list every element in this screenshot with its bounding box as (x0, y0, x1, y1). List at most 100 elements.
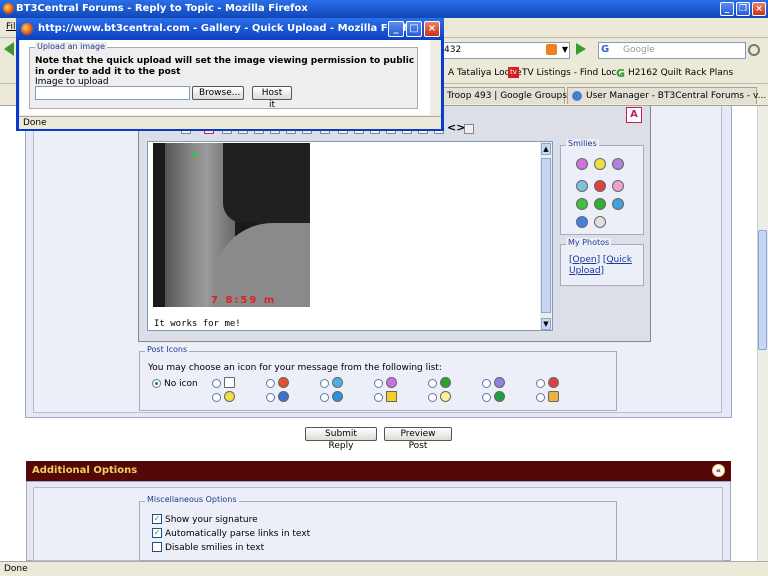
my-photos-panel: My Photos [Open] [Quick Upload] (560, 238, 644, 286)
tab-user-manager[interactable]: User Manager - BT3Central Forums - v... (567, 87, 766, 104)
smiley-icon[interactable] (576, 216, 588, 228)
scroll-up-icon[interactable]: ▲ (541, 143, 551, 155)
post-icon-radio[interactable] (428, 393, 437, 402)
main-window-titlebar[interactable]: BT3Central Forums - Reply to Topic - Moz… (0, 0, 768, 18)
bookmark-label: H2162 Quilt Rack Plans (628, 68, 734, 78)
post-icon-radio[interactable] (482, 393, 491, 402)
smiley-icon[interactable] (612, 198, 624, 210)
post-icon-radio[interactable] (266, 379, 275, 388)
maximize-button[interactable]: ❐ (736, 2, 750, 16)
submit-reply-button[interactable]: Submit Reply (305, 427, 377, 451)
popup-status-text: Done (23, 118, 47, 128)
tv-icon: tv (508, 67, 519, 78)
status-text: Done (4, 564, 28, 574)
bookmark-label: TV Listings - Find Loc... (522, 68, 626, 78)
popup-minimize-button[interactable]: _ (388, 21, 404, 37)
page-scroll-thumb[interactable] (758, 230, 767, 350)
question-icon (332, 391, 343, 402)
smiley-icon (224, 391, 235, 402)
smiley-icon (440, 377, 451, 388)
image-insert-icon[interactable] (464, 124, 474, 134)
popup-close-button[interactable]: × (424, 21, 440, 37)
smiley-icon[interactable] (576, 198, 588, 210)
smiley-icon[interactable] (612, 158, 624, 170)
popup-title: http://www.bt3central.com - Gallery - Qu… (38, 23, 421, 34)
post-icons-legend: Post Icons (145, 345, 190, 354)
popup-maximize-button[interactable]: □ (406, 21, 422, 37)
smiley-icon (494, 377, 505, 388)
favicon-icon (572, 91, 582, 101)
smiley-icon (332, 377, 343, 388)
disable-smilies-checkbox[interactable] (152, 542, 162, 552)
post-icon-radio[interactable] (212, 393, 221, 402)
editor-scroll-thumb[interactable] (541, 158, 551, 313)
smiley-icon[interactable] (612, 180, 624, 192)
minimize-button[interactable]: _ (720, 2, 734, 16)
photo-content (223, 143, 310, 223)
inserted-photo[interactable]: 7 8:59 m (153, 143, 310, 307)
google-search-icon[interactable]: G (601, 44, 609, 55)
smiley-icon[interactable] (594, 216, 606, 228)
post-icon-radio[interactable] (320, 379, 329, 388)
tab-label: User Manager - BT3Central Forums - v... (586, 91, 767, 101)
smiley-icon (548, 377, 559, 388)
popup-status-bar: Done (19, 116, 441, 129)
parse-links-checkbox[interactable]: ✓ (152, 528, 162, 538)
smiley-icon[interactable] (594, 158, 606, 170)
collapse-icon[interactable]: « (712, 464, 725, 477)
main-window-title: BT3Central Forums - Reply to Topic - Moz… (16, 3, 308, 14)
post-icon-radio[interactable] (266, 393, 275, 402)
preview-post-button[interactable]: Preview Post (384, 427, 452, 451)
open-photos-link[interactable]: Open (573, 255, 597, 265)
smiley-icon (386, 377, 397, 388)
post-icon-radio[interactable] (374, 379, 383, 388)
thumbs-up-icon (548, 391, 559, 402)
bookmark-quilt-rack[interactable]: G H2162 Quilt Rack Plans (616, 66, 733, 80)
go-icon[interactable] (576, 43, 586, 55)
additional-options-title: Additional Options (32, 465, 138, 476)
smiley-icon[interactable] (594, 180, 606, 192)
post-icon-radio[interactable] (212, 379, 221, 388)
font-color-icon[interactable]: A (626, 107, 642, 123)
scroll-down-icon[interactable]: ▼ (541, 318, 551, 330)
back-icon[interactable] (4, 42, 14, 56)
host-it-button[interactable]: Host it (252, 86, 292, 110)
popup-scrollbar[interactable] (430, 40, 440, 115)
browse-button[interactable]: Browse... (192, 86, 244, 100)
search-placeholder: Google (623, 45, 655, 55)
post-icon-radio[interactable] (536, 393, 545, 402)
warning-icon (386, 391, 397, 402)
firefox-icon (21, 23, 33, 35)
google-icon: G (616, 67, 626, 80)
no-icon-label: No icon (164, 379, 198, 389)
post-icon-radio[interactable] (428, 379, 437, 388)
no-icon-radio[interactable] (152, 379, 161, 388)
arrow-icon (494, 391, 505, 402)
post-icon-radio[interactable] (482, 379, 491, 388)
post-icon-radio[interactable] (374, 393, 383, 402)
close-button[interactable]: × (752, 2, 766, 16)
tab-troop-493[interactable]: Troop 493 | Google Groups (430, 87, 567, 104)
rss-icon[interactable] (546, 44, 557, 55)
search-input[interactable]: G Google (598, 42, 746, 59)
smiley-icon[interactable] (594, 198, 606, 210)
url-dropdown-icon[interactable]: ▼ (560, 44, 570, 55)
show-signature-checkbox[interactable]: ✓ (152, 514, 162, 524)
upload-legend: Upload an image (35, 42, 108, 51)
status-bar: Done (0, 561, 768, 576)
bookmark-tv-listings[interactable]: tv TV Listings - Find Loc... (508, 66, 625, 80)
code-icon[interactable]: <> (447, 121, 465, 134)
photo-date-stamp: 7 8:59 m (211, 295, 277, 306)
smiley-icon[interactable] (576, 180, 588, 192)
post-icon-radio[interactable] (320, 393, 329, 402)
popup-titlebar[interactable]: http://www.bt3central.com - Gallery - Qu… (16, 18, 444, 40)
post-icon-radio[interactable] (536, 379, 545, 388)
upload-note: Note that the quick upload will set the … (35, 56, 415, 77)
smiley-icon[interactable] (576, 158, 588, 170)
lightbulb-icon (440, 391, 451, 402)
document-icon (224, 377, 235, 388)
additional-options-header[interactable]: Additional Options « (26, 461, 731, 481)
search-icon[interactable] (748, 44, 760, 56)
cool-icon (278, 391, 289, 402)
image-file-input[interactable] (35, 86, 190, 100)
